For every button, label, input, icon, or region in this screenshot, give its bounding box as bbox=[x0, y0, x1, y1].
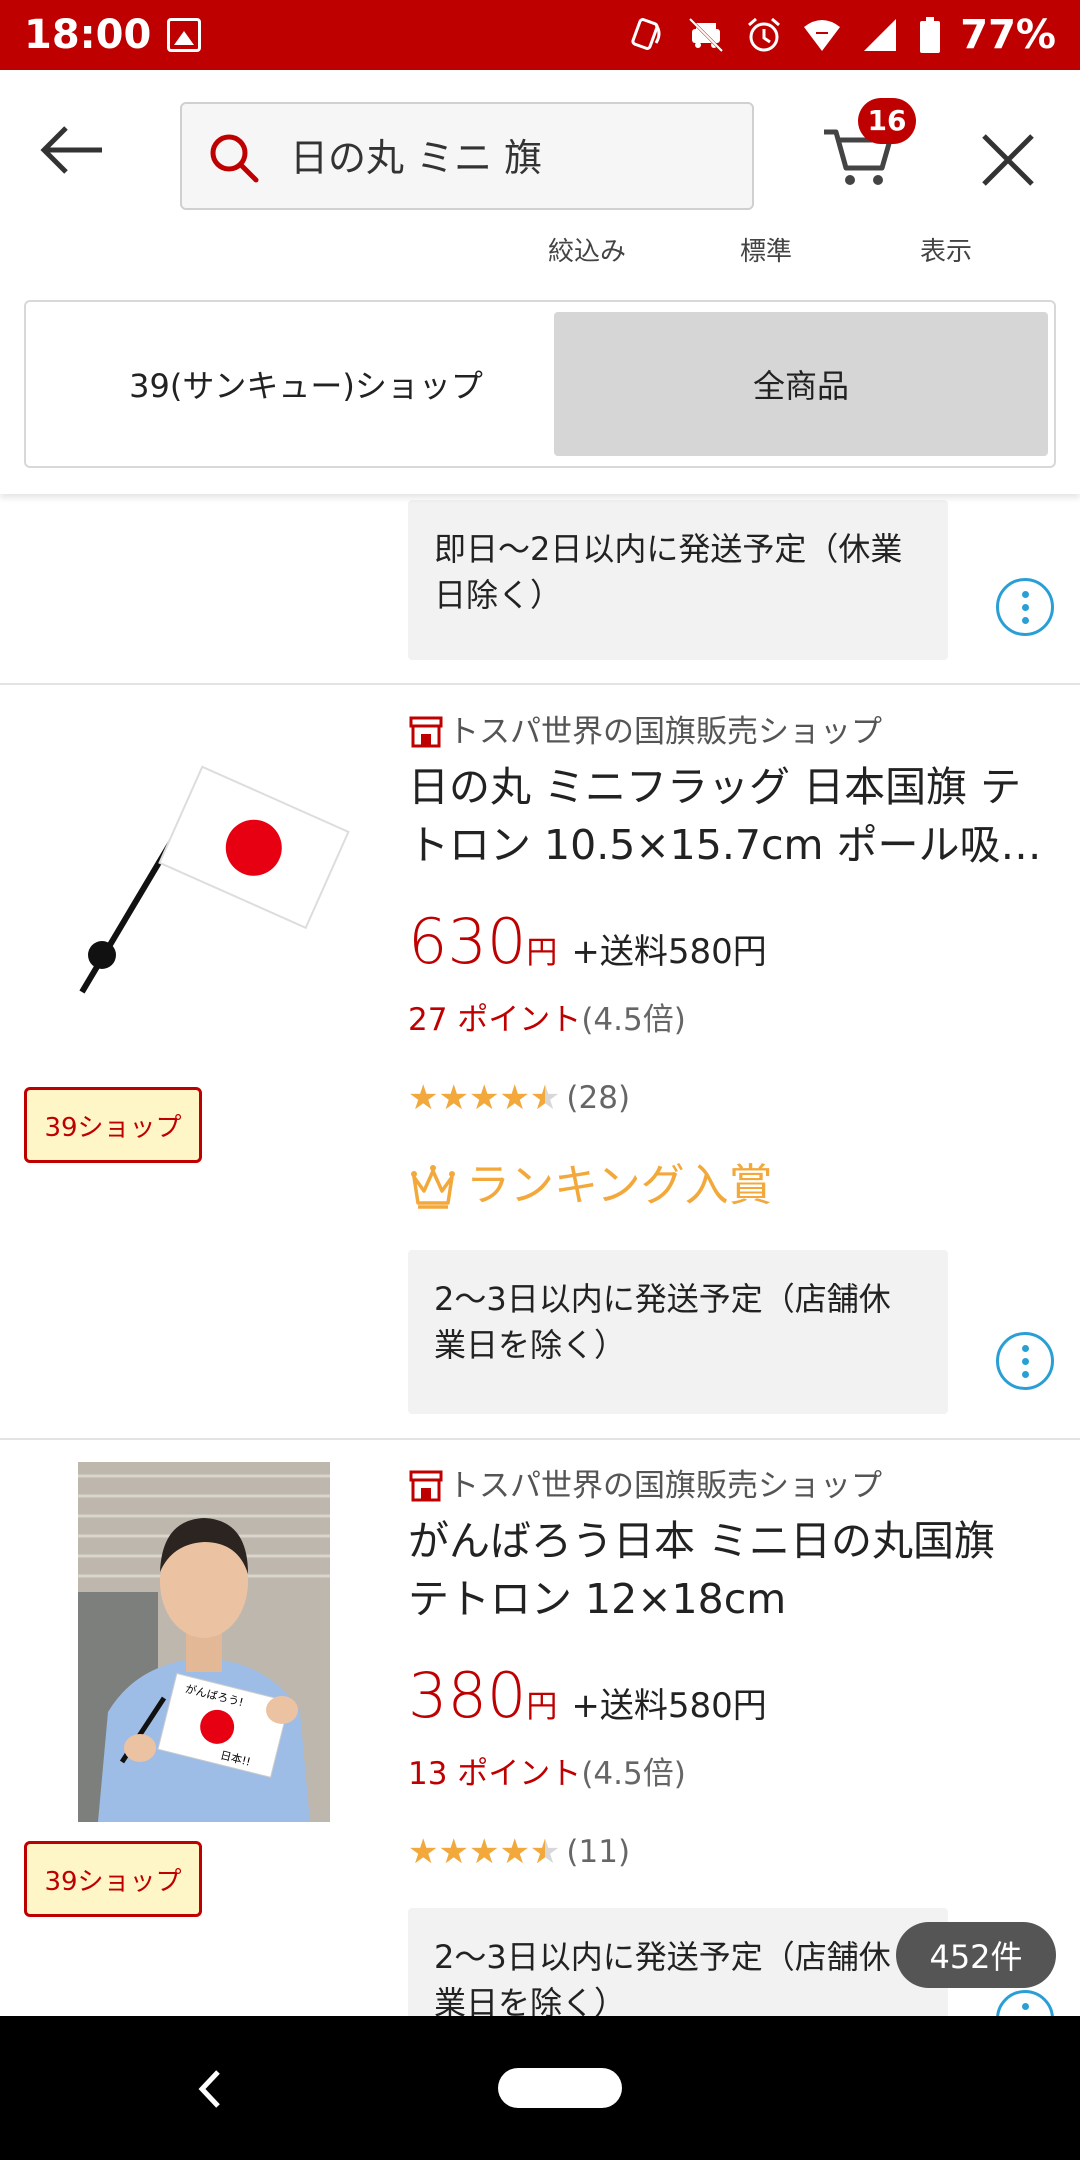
store-icon bbox=[408, 714, 444, 750]
price-value: 380 bbox=[408, 1659, 527, 1732]
shop-name-text: トスパ世界の国旗販売ショップ bbox=[448, 1468, 882, 1504]
close-button[interactable] bbox=[976, 128, 1040, 192]
tab-all-items[interactable]: 全商品 bbox=[554, 312, 1048, 456]
points-multiplier: (4.5倍) bbox=[581, 1756, 686, 1792]
system-back-button[interactable] bbox=[190, 2064, 230, 2114]
price-value: 630 bbox=[408, 905, 527, 978]
close-icon bbox=[982, 134, 1034, 186]
status-time: 18:00 bbox=[24, 12, 152, 58]
star-rating-icon: ★★★★★★★★★★ bbox=[408, 1832, 561, 1872]
shop-name[interactable]: トスパ世界の国旗販売ショップ bbox=[408, 1464, 882, 1508]
search-header: 日の丸 ミニ 旗 16 絞込み 標準 表示 39(サンキュー)ショップ 全商品 bbox=[0, 70, 1080, 494]
points-value: 13 ポイント bbox=[408, 1756, 582, 1792]
japan-flag-image bbox=[79, 765, 350, 994]
title-line: トロン 10.5×15.7cm ポール吸… bbox=[408, 821, 1042, 869]
car-mode-icon bbox=[686, 15, 726, 55]
rating[interactable]: ★★★★★★★★★★ (11) bbox=[408, 1830, 630, 1874]
product-image-man-with-flag[interactable]: がんばろう! 日本!! bbox=[78, 1462, 330, 1822]
shipping-text-line: 即日〜2日以内に発送予定（休業 bbox=[434, 530, 903, 568]
shipping-info: 2〜3日以内に発送予定（店舗休 業日を除く） bbox=[408, 1250, 948, 1414]
price-yen: 円 bbox=[526, 935, 558, 971]
review-count: (28) bbox=[566, 1080, 631, 1116]
battery-icon bbox=[918, 15, 942, 55]
system-home-button[interactable] bbox=[498, 2068, 622, 2108]
system-nav-bar bbox=[0, 2016, 1080, 2160]
cart-count-badge: 16 bbox=[858, 98, 916, 144]
battery-percent: 77% bbox=[960, 12, 1056, 58]
sort-button[interactable]: 標準 bbox=[740, 230, 792, 274]
shipping-text-line: 2〜3日以内に発送予定（店舗休 bbox=[434, 1280, 891, 1318]
gallery-notification-icon bbox=[167, 18, 201, 52]
sort-options: 絞込み 標準 表示 bbox=[0, 230, 1080, 274]
status-icons: 77% bbox=[628, 10, 1056, 60]
result-count-pill: 452件 bbox=[896, 1922, 1056, 1988]
tab-39-shop[interactable]: 39(サンキュー)ショップ bbox=[36, 312, 576, 456]
crown-icon bbox=[408, 1161, 458, 1211]
star-rating-icon: ★★★★★★★★★★ bbox=[408, 1078, 561, 1118]
shipping-text-line: 日除く） bbox=[434, 576, 563, 614]
39-shop-badge: 39ショップ bbox=[24, 1841, 202, 1917]
points: 13 ポイント(4.5倍) bbox=[408, 1752, 686, 1796]
ranking-text: ランキング入賞 bbox=[466, 1160, 773, 1211]
shipping-text-line: 業日を除く） bbox=[434, 1326, 627, 1364]
search-icon bbox=[210, 134, 259, 183]
chevron-left-icon bbox=[198, 2070, 220, 2108]
39-shop-badge: 39ショップ bbox=[24, 1087, 202, 1163]
shipping-fee: +送料580円 bbox=[571, 932, 767, 972]
alarm-icon bbox=[744, 15, 784, 55]
search-query-text: 日の丸 ミニ 旗 bbox=[290, 136, 543, 180]
points: 27 ポイント(4.5倍) bbox=[408, 998, 686, 1042]
shipping-text-line: 2〜3日以内に発送予定（店舗休 bbox=[434, 1938, 891, 1976]
review-count: (11) bbox=[566, 1834, 631, 1870]
price: 630 円 +送料580円 bbox=[408, 906, 767, 978]
product-title[interactable]: がんばろう日本 ミニ日の丸国旗 テトロン 12×18cm bbox=[408, 1512, 1048, 1628]
product-image-mini-flag[interactable] bbox=[60, 760, 350, 1010]
arrow-left-icon bbox=[40, 126, 102, 174]
man-holding-flag-photo: がんばろう! 日本!! bbox=[78, 1462, 330, 1822]
item-divider bbox=[0, 1438, 1080, 1440]
shipping-fee: +送料580円 bbox=[571, 1686, 767, 1726]
wifi-icon bbox=[802, 15, 842, 55]
shipping-info: 即日〜2日以内に発送予定（休業 日除く） bbox=[408, 500, 948, 660]
display-button[interactable]: 表示 bbox=[920, 230, 972, 274]
title-line: がんばろう日本 ミニ日の丸国旗 bbox=[408, 1517, 996, 1565]
product-title[interactable]: 日の丸 ミニフラッグ 日本国旗 テ トロン 10.5×15.7cm ポール吸… bbox=[408, 758, 1048, 874]
signal-icon bbox=[860, 15, 900, 55]
title-line: テトロン 12×18cm bbox=[408, 1575, 787, 1623]
search-input[interactable]: 日の丸 ミニ 旗 bbox=[180, 102, 754, 210]
shop-name-text: トスパ世界の国旗販売ショップ bbox=[448, 714, 882, 750]
status-bar: 18:00 77% bbox=[0, 0, 1080, 70]
price: 380 円 +送料580円 bbox=[408, 1660, 767, 1732]
shop-filter-toggle: 39(サンキュー)ショップ 全商品 bbox=[24, 300, 1056, 468]
nfc-icon bbox=[628, 15, 668, 55]
price-yen: 円 bbox=[526, 1689, 558, 1725]
points-multiplier: (4.5倍) bbox=[581, 1002, 686, 1038]
item-divider bbox=[0, 683, 1080, 685]
rating[interactable]: ★★★★★★★★★★ (28) bbox=[408, 1076, 630, 1120]
shop-name[interactable]: トスパ世界の国旗販売ショップ bbox=[408, 710, 882, 754]
back-button[interactable] bbox=[36, 122, 108, 178]
store-icon bbox=[408, 1468, 444, 1504]
points-value: 27 ポイント bbox=[408, 1002, 582, 1038]
title-line: 日の丸 ミニフラッグ 日本国旗 テ bbox=[408, 763, 1022, 811]
ranking-award: ランキング入賞 bbox=[408, 1156, 773, 1216]
filter-button[interactable]: 絞込み bbox=[548, 230, 626, 274]
more-options-button[interactable] bbox=[996, 1332, 1054, 1390]
more-options-button[interactable] bbox=[996, 578, 1054, 636]
